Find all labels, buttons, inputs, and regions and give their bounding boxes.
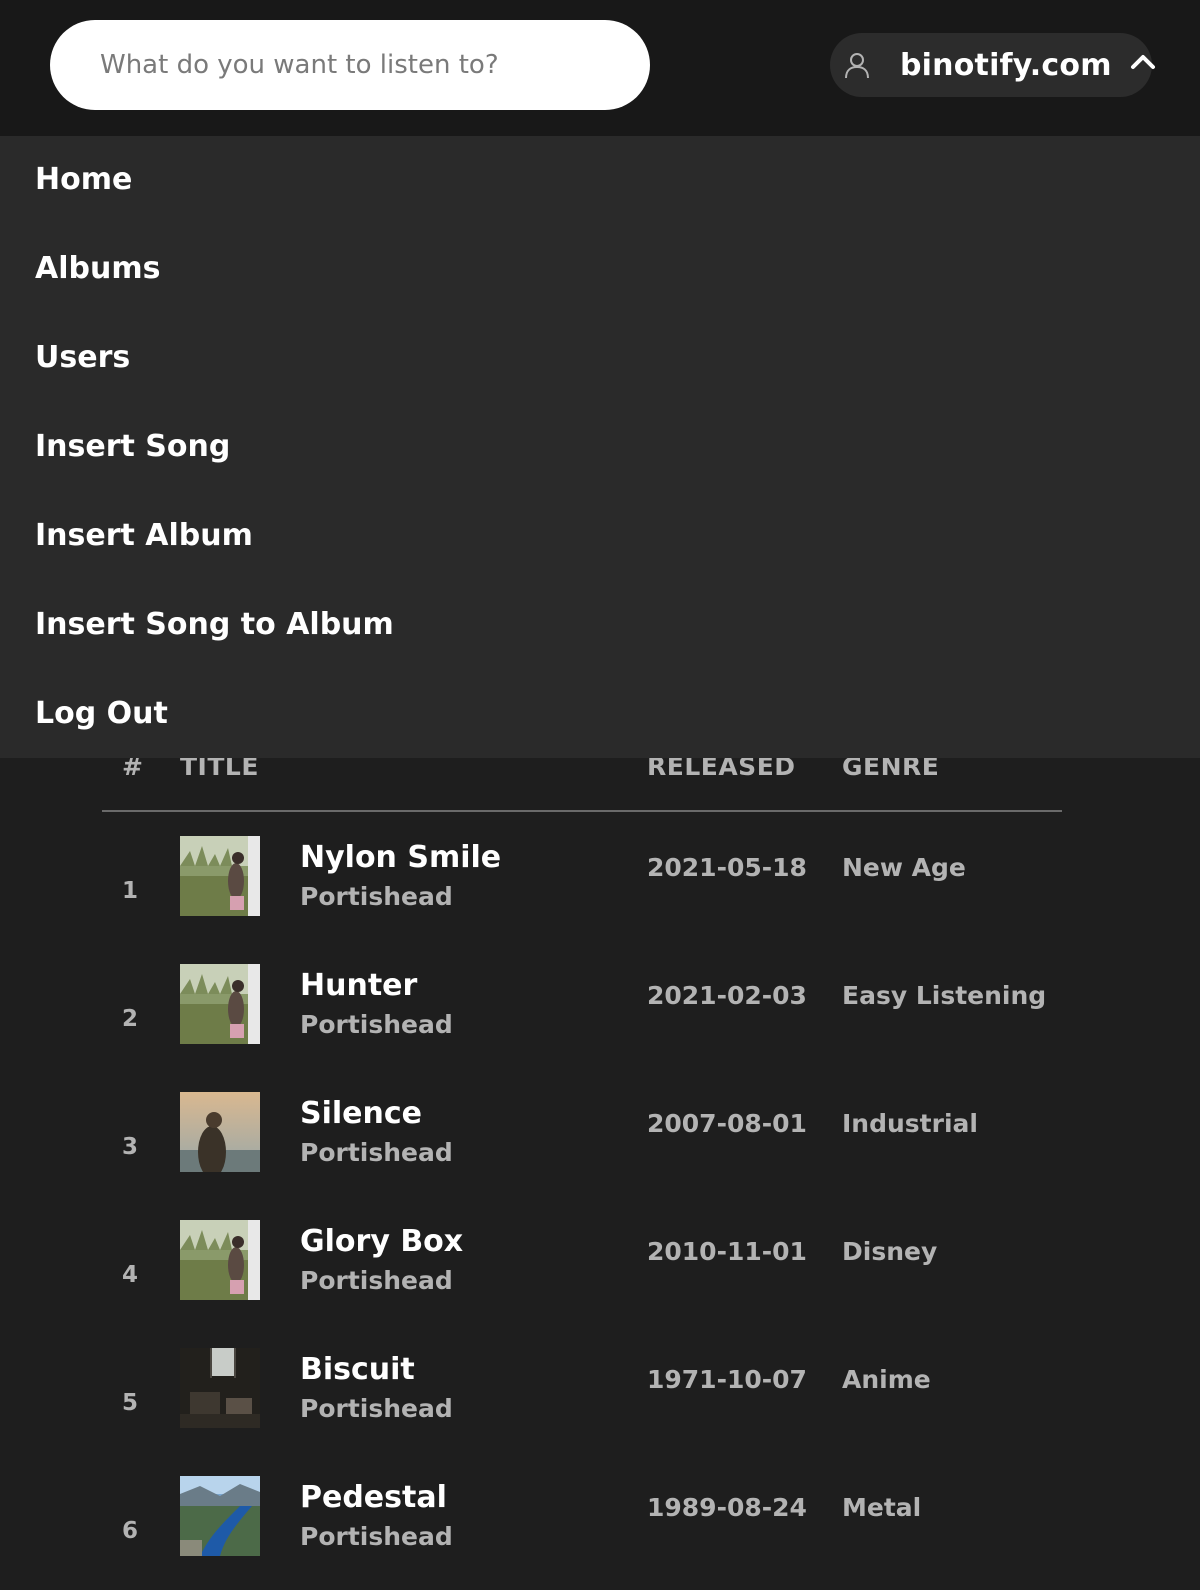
track-number: 2	[122, 1006, 139, 1032]
song-artist[interactable]: Portishead	[300, 1522, 453, 1551]
album-art	[180, 964, 260, 1044]
account-site-label: binotify.com	[900, 47, 1112, 83]
nav-item-insert-song[interactable]: Insert Song	[35, 429, 230, 469]
account-menu-button[interactable]: binotify.com	[830, 33, 1155, 97]
song-artist[interactable]: Portishead	[300, 1138, 453, 1167]
table-row[interactable]: 4 Glory Box Portishead 2010-11-01 Disney	[102, 1220, 1062, 1340]
song-title[interactable]: Nylon Smile	[300, 840, 501, 875]
search-input[interactable]	[100, 50, 600, 80]
track-number: 1	[122, 878, 139, 904]
song-title[interactable]: Pedestal	[300, 1480, 447, 1515]
song-artist[interactable]: Portishead	[300, 1394, 453, 1423]
song-artist[interactable]: Portishead	[300, 1010, 453, 1039]
nav-item-insert-song-to-album[interactable]: Insert Song to Album	[35, 607, 394, 647]
table-row[interactable]: 1 Nylon Smile Portishead 2021-05-18 New …	[102, 836, 1062, 956]
track-number: 5	[122, 1390, 139, 1416]
song-artist[interactable]: Portishead	[300, 882, 453, 911]
album-art	[180, 1220, 260, 1300]
song-title[interactable]: Silence	[300, 1096, 422, 1131]
song-artist[interactable]: Portishead	[300, 1266, 453, 1295]
account-dropdown-menu: Home Albums Users Insert Song Insert Alb…	[0, 136, 1200, 758]
song-genre: Metal	[842, 1493, 922, 1522]
song-table-header: # TITLE RELEASED GENRE	[102, 752, 1062, 812]
album-art	[180, 1476, 260, 1556]
song-released: 1971-10-07	[647, 1365, 807, 1394]
song-released: 2021-05-18	[647, 853, 807, 882]
song-genre: Disney	[842, 1237, 938, 1266]
song-released: 1989-08-24	[647, 1493, 807, 1522]
song-title[interactable]: Hunter	[300, 968, 417, 1003]
nav-item-home[interactable]: Home	[35, 162, 132, 202]
song-genre: New Age	[842, 853, 966, 882]
song-released: 2021-02-03	[647, 981, 807, 1010]
album-art	[180, 1348, 260, 1428]
chevron-up-icon[interactable]	[1130, 47, 1156, 75]
track-number: 4	[122, 1262, 139, 1288]
nav-item-users[interactable]: Users	[35, 340, 130, 380]
song-genre: Anime	[842, 1365, 931, 1394]
search-box[interactable]	[50, 20, 650, 110]
table-row[interactable]: 2 Hunter Portishead 2021-02-03 Easy List…	[102, 964, 1062, 1084]
track-number: 3	[122, 1134, 139, 1160]
nav-item-log-out[interactable]: Log Out	[35, 696, 168, 736]
table-row[interactable]: 6 Pedestal Portishead 1989-08-24 Metal	[102, 1476, 1062, 1590]
table-row[interactable]: 3 Silence Portishead 2007-08-01 Industri…	[102, 1092, 1062, 1212]
user-icon	[842, 43, 872, 87]
song-genre: Industrial	[842, 1109, 978, 1138]
song-title[interactable]: Glory Box	[300, 1224, 463, 1259]
top-bar: binotify.com	[0, 0, 1200, 136]
song-released: 2010-11-01	[647, 1237, 807, 1266]
nav-item-albums[interactable]: Albums	[35, 251, 160, 291]
song-released: 2007-08-01	[647, 1109, 807, 1138]
track-number: 6	[122, 1518, 139, 1544]
nav-item-insert-album[interactable]: Insert Album	[35, 518, 253, 558]
app-page: binotify.com # TITLE RELEASED GENRE 1	[0, 0, 1200, 1590]
song-title[interactable]: Biscuit	[300, 1352, 415, 1387]
song-genre: Easy Listening	[842, 981, 1047, 1010]
album-art	[180, 836, 260, 916]
table-row[interactable]: 5 Biscuit Portishead 1971-10-07 Anime	[102, 1348, 1062, 1468]
album-art	[180, 1092, 260, 1172]
